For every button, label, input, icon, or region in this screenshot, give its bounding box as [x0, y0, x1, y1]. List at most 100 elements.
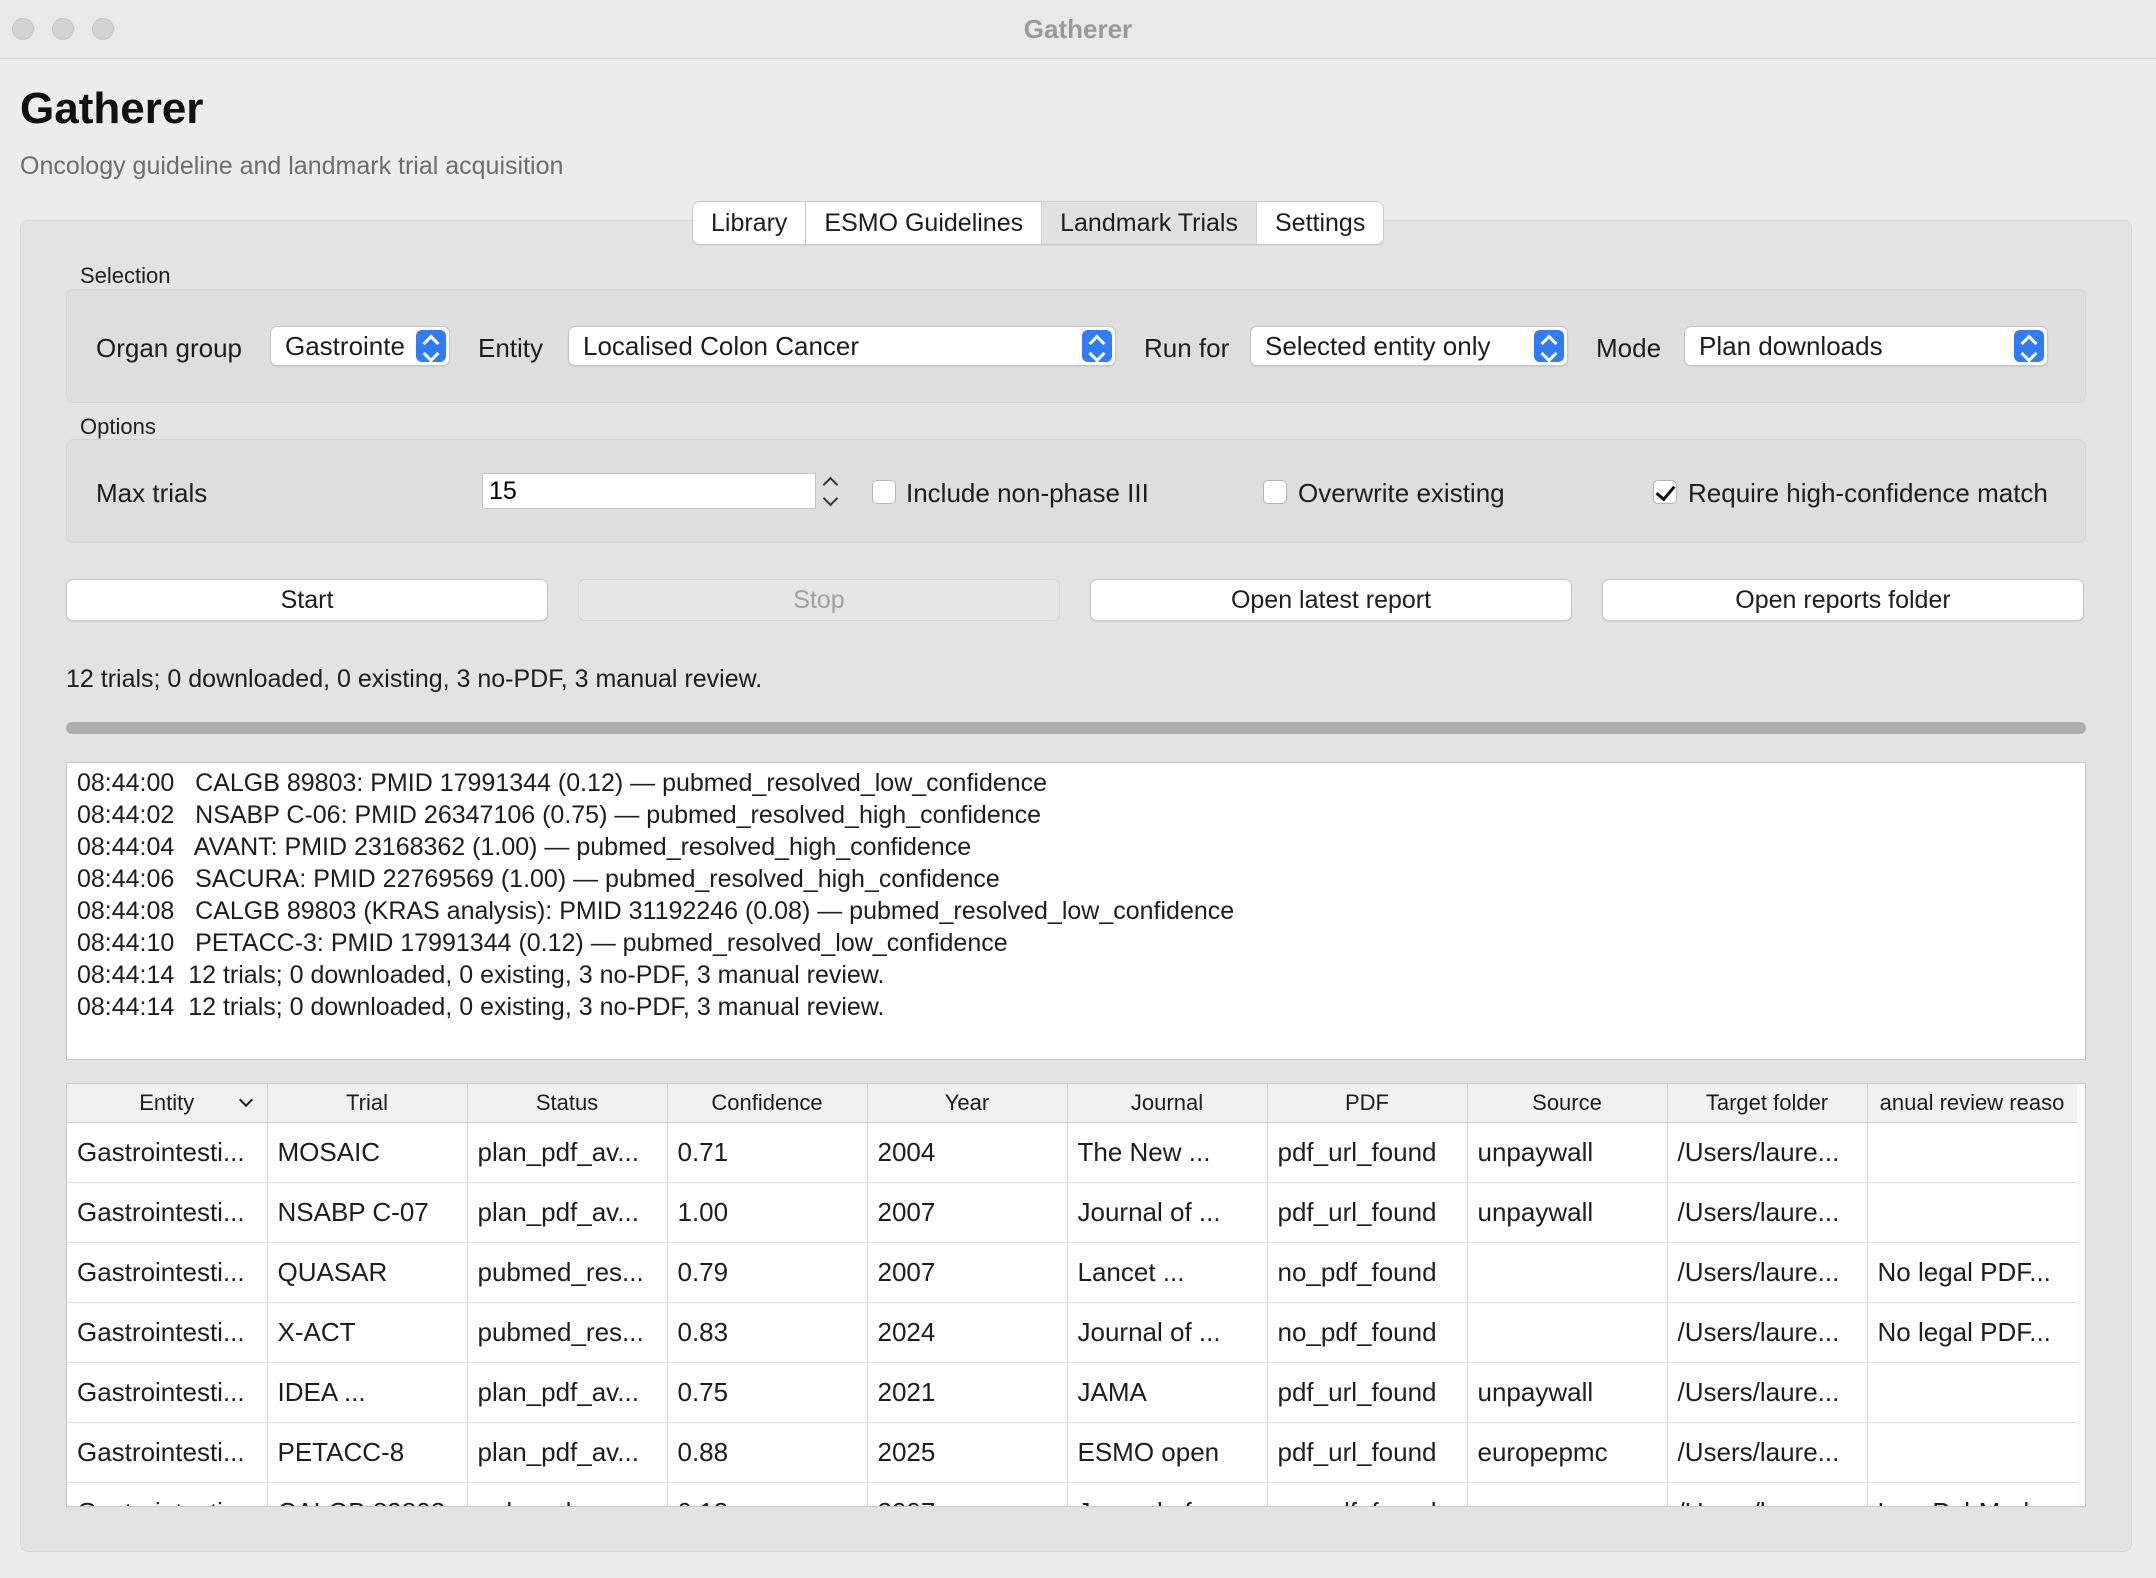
cell-target-folder: /Users/laure...	[1667, 1362, 1868, 1423]
cell-manual-review-reason: No legal PDF...	[1867, 1242, 2078, 1303]
selection-group-label: Selection	[80, 263, 171, 288]
table-row[interactable]: Gastrointesti... QUASAR pubmed_res... 0.…	[67, 1242, 2078, 1303]
max-trials-input[interactable]	[482, 473, 816, 509]
cell-status: plan_pdf_av...	[467, 1182, 668, 1243]
organ-group-label: Organ group	[96, 333, 242, 363]
max-trials-label: Max trials	[96, 478, 208, 508]
cell-trial: QUASAR	[267, 1242, 468, 1303]
cell-pdf: no_pdf_found	[1267, 1482, 1468, 1506]
cell-source: europepmc	[1467, 1422, 1668, 1483]
cell-trial: NSABP C-07	[267, 1182, 468, 1243]
popup-arrows-icon	[1534, 330, 1564, 362]
cell-confidence: 0.71	[667, 1122, 868, 1183]
column-header-source[interactable]: Source	[1467, 1084, 1668, 1123]
run-for-label: Run for	[1144, 333, 1230, 363]
cell-year: 2007	[867, 1482, 1068, 1506]
cell-trial: CALGB 89803	[267, 1482, 468, 1506]
cell-journal: Lancet ...	[1067, 1242, 1268, 1303]
cell-manual-review-reason	[1867, 1422, 2078, 1483]
log-output[interactable]: 08:44:00 CALGB 89803: PMID 17991344 (0.1…	[66, 762, 2086, 1060]
cell-confidence: 0.12	[667, 1482, 868, 1506]
cell-entity: Gastrointesti...	[67, 1182, 268, 1243]
organ-group-select[interactable]: Gastrointe	[270, 326, 450, 366]
log-line: 08:44:02 NSABP C-06: PMID 26347106 (0.75…	[77, 801, 1042, 829]
results-table[interactable]: Entity Trial Status Confidence Year Jour…	[66, 1083, 2086, 1507]
cell-year: 2007	[867, 1182, 1068, 1243]
column-header-entity[interactable]: Entity	[67, 1084, 268, 1123]
cell-year: 2004	[867, 1122, 1068, 1183]
table-header-row: Entity Trial Status Confidence Year Jour…	[67, 1084, 2078, 1123]
cell-entity: Gastrointesti...	[67, 1122, 268, 1183]
log-line: 08:44:10 PETACC-3: PMID 17991344 (0.12) …	[77, 929, 1008, 957]
log-line: 08:44:14 12 trials; 0 downloaded, 0 exis…	[77, 993, 885, 1021]
cell-confidence: 0.88	[667, 1422, 868, 1483]
tab-settings[interactable]: Settings	[1256, 202, 1384, 244]
cell-pdf: no_pdf_found	[1267, 1302, 1468, 1363]
max-trials-stepper[interactable]	[818, 470, 844, 512]
cell-source	[1467, 1482, 1668, 1506]
cell-manual-review-reason	[1867, 1182, 2078, 1243]
cell-source	[1467, 1302, 1668, 1363]
cell-journal: Journal of ...	[1067, 1482, 1268, 1506]
cell-target-folder: /Users/laure...	[1667, 1242, 1868, 1303]
cell-year: 2025	[867, 1422, 1068, 1483]
progress-bar	[66, 722, 2086, 734]
title-bar: Gatherer	[0, 0, 2156, 59]
options-group-label: Options	[80, 414, 156, 439]
cell-confidence: 0.79	[667, 1242, 868, 1303]
column-header-confidence[interactable]: Confidence	[667, 1084, 868, 1123]
table-scrollbar[interactable]	[2077, 1084, 2085, 1506]
start-button[interactable]: Start	[66, 579, 548, 621]
tab-landmark-trials[interactable]: Landmark Trials	[1042, 202, 1257, 244]
column-header-pdf[interactable]: PDF	[1267, 1084, 1468, 1123]
column-header-status[interactable]: Status	[467, 1084, 668, 1123]
overwrite-existing-checkbox[interactable]	[1263, 480, 1287, 504]
table-row[interactable]: Gastrointesti... PETACC-8 plan_pdf_av...…	[67, 1422, 2078, 1483]
column-header-year[interactable]: Year	[867, 1084, 1068, 1123]
log-line: 08:44:08 CALGB 89803 (KRAS analysis): PM…	[77, 897, 1235, 925]
cell-journal: Journal of ...	[1067, 1182, 1268, 1243]
popup-arrows-icon	[1082, 330, 1112, 362]
mode-value: Plan downloads	[1699, 331, 1883, 361]
open-latest-report-button[interactable]: Open latest report	[1090, 579, 1572, 621]
cell-journal: Journal of ...	[1067, 1302, 1268, 1363]
require-high-confidence-checkbox[interactable]	[1653, 480, 1677, 504]
open-reports-folder-button[interactable]: Open reports folder	[1602, 579, 2084, 621]
cell-target-folder: /Users/laure...	[1667, 1422, 1868, 1483]
status-summary: 12 trials; 0 downloaded, 0 existing, 3 n…	[66, 665, 763, 693]
table-row[interactable]: Gastrointesti... CALGB 89803 pubmed_res.…	[67, 1482, 2078, 1506]
log-line: 08:44:00 CALGB 89803: PMID 17991344 (0.1…	[77, 769, 1048, 797]
tab-library[interactable]: Library	[693, 202, 807, 244]
cell-status: pubmed_res...	[467, 1302, 668, 1363]
cell-status: pubmed_res...	[467, 1482, 668, 1506]
app-window: Gatherer Gatherer Oncology guideline and…	[0, 0, 2156, 1578]
mode-select[interactable]: Plan downloads	[1684, 326, 2048, 366]
cell-entity: Gastrointesti...	[67, 1302, 268, 1363]
cell-pdf: pdf_url_found	[1267, 1182, 1468, 1243]
organ-group-value: Gastrointe	[285, 331, 405, 361]
popup-arrows-icon	[2014, 330, 2044, 362]
table-row[interactable]: Gastrointesti... X-ACT pubmed_res... 0.8…	[67, 1302, 2078, 1363]
cell-target-folder: /Users/laure...	[1667, 1182, 1868, 1243]
cell-manual-review-reason	[1867, 1362, 2078, 1423]
cell-entity: Gastrointesti...	[67, 1362, 268, 1423]
column-header-journal[interactable]: Journal	[1067, 1084, 1268, 1123]
column-header-trial[interactable]: Trial	[267, 1084, 468, 1123]
entity-select[interactable]: Localised Colon Cancer	[568, 326, 1116, 366]
column-header-target-folder[interactable]: Target folder	[1667, 1084, 1868, 1123]
table-row[interactable]: Gastrointesti... IDEA ... plan_pdf_av...…	[67, 1362, 2078, 1423]
table-row[interactable]: Gastrointesti... MOSAIC plan_pdf_av... 0…	[67, 1122, 2078, 1183]
run-for-value: Selected entity only	[1265, 331, 1491, 361]
cell-pdf: pdf_url_found	[1267, 1122, 1468, 1183]
include-non-phase3-checkbox[interactable]	[872, 480, 896, 504]
tab-esmo-guidelines[interactable]: ESMO Guidelines	[806, 202, 1043, 244]
table-row[interactable]: Gastrointesti... NSABP C-07 plan_pdf_av.…	[67, 1182, 2078, 1243]
checkmark-icon	[1655, 480, 1676, 502]
stop-button[interactable]: Stop	[578, 579, 1060, 621]
cell-entity: Gastrointesti...	[67, 1242, 268, 1303]
column-header-manual-review-reason[interactable]: anual review reaso	[1867, 1084, 2078, 1123]
app-subtitle: Oncology guideline and landmark trial ac…	[20, 152, 564, 180]
cell-source: unpaywall	[1467, 1182, 1668, 1243]
run-for-select[interactable]: Selected entity only	[1250, 326, 1568, 366]
cell-journal: The New ...	[1067, 1122, 1268, 1183]
